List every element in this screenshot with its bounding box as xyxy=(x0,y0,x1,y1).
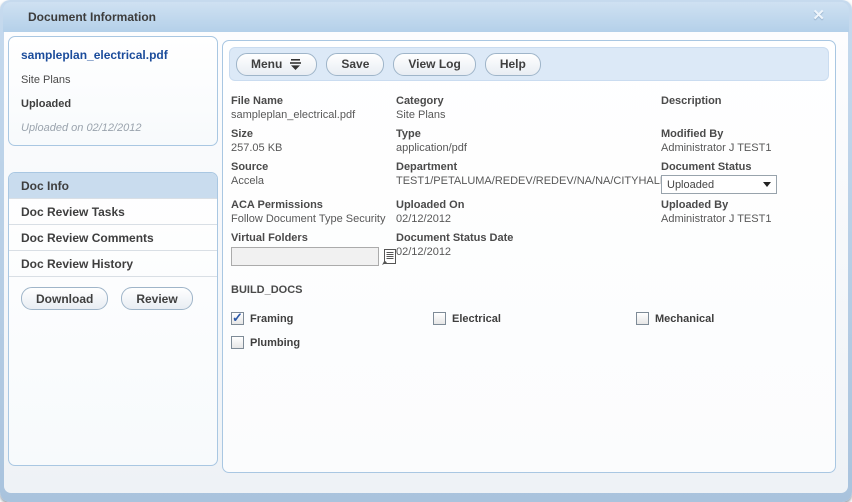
field-value: Administrator J TEST1 xyxy=(661,212,827,227)
checkbox-item-electrical: Electrical xyxy=(433,312,636,325)
framing-checkbox[interactable] xyxy=(231,312,244,325)
field-label: Virtual Folders xyxy=(231,231,396,245)
file-status: Uploaded xyxy=(21,98,205,110)
field-virtual-folders: Virtual Folders xyxy=(231,231,396,266)
field-label: Document Status xyxy=(661,160,827,174)
build-docs-title: BUILD_DOCS xyxy=(231,284,827,296)
window-titlebar: Document Information ✕ xyxy=(3,2,849,32)
field-value: Follow Document Type Security xyxy=(231,212,396,227)
field-uploaded-by: Uploaded By Administrator J TEST1 xyxy=(661,198,827,227)
menu-button-label: Menu xyxy=(251,57,282,71)
field-document-status-date: Document Status Date 02/12/2012 xyxy=(396,231,661,266)
file-category: Site Plans xyxy=(21,74,205,86)
close-icon[interactable]: ✕ xyxy=(812,7,825,25)
build-docs-checkbox-grid: Framing Electrical Mechanical Plumb xyxy=(231,312,827,349)
electrical-checkbox[interactable] xyxy=(433,312,446,325)
nav-item-doc-info[interactable]: Doc Info xyxy=(9,173,217,199)
field-department: Department TEST1/PETALUMA/REDEV/REDEV/NA… xyxy=(396,160,661,194)
field-size: Size 257.05 KB xyxy=(231,127,396,156)
mechanical-checkbox[interactable] xyxy=(636,312,649,325)
field-label: Uploaded On xyxy=(396,198,661,212)
field-label: Type xyxy=(396,127,661,141)
field-aca-permissions: ACA Permissions Follow Document Type Sec… xyxy=(231,198,396,227)
checkbox-item-framing: Framing xyxy=(231,312,433,325)
field-value: Administrator J TEST1 xyxy=(661,141,827,156)
field-value: TEST1/PETALUMA/REDEV/REDEV/NA/NA/CITYHAL… xyxy=(396,174,661,189)
field-label: Source xyxy=(231,160,396,174)
field-label: Category xyxy=(396,94,661,108)
field-value: 257.05 KB xyxy=(231,141,396,156)
chevron-down-icon xyxy=(763,182,771,187)
help-button[interactable]: Help xyxy=(485,53,541,76)
document-form: File Name sampleplan_electrical.pdf Cate… xyxy=(231,94,827,270)
checkbox-item-plumbing: Plumbing xyxy=(231,336,433,349)
nav-item-doc-review-comments[interactable]: Doc Review Comments xyxy=(9,225,217,251)
field-label: Size xyxy=(231,127,396,141)
field-value: Accela xyxy=(231,174,396,189)
review-button[interactable]: Review xyxy=(121,287,192,310)
field-value: 02/12/2012 xyxy=(396,245,661,260)
doc-info-panel: Menu Save View Log Help xyxy=(222,40,836,473)
document-status-selected-value: Uploaded xyxy=(667,179,714,191)
field-value: sampleplan_electrical.pdf xyxy=(231,108,396,123)
field-label: Document Status Date xyxy=(396,231,661,245)
toolbar: Menu Save View Log Help xyxy=(229,47,829,81)
field-label: File Name xyxy=(231,94,396,108)
checkbox-label: Framing xyxy=(250,313,293,325)
field-document-status: Document Status Uploaded xyxy=(661,160,827,194)
field-type: Type application/pdf xyxy=(396,127,661,156)
download-button[interactable]: Download xyxy=(21,287,108,310)
checkbox-label: Plumbing xyxy=(250,337,300,349)
file-name-link[interactable]: sampleplan_electrical.pdf xyxy=(21,48,205,62)
field-source: Source Accela xyxy=(231,160,396,194)
checkbox-label: Electrical xyxy=(452,313,501,325)
virtual-folders-input[interactable] xyxy=(231,247,379,266)
field-file-name: File Name sampleplan_electrical.pdf xyxy=(231,94,396,123)
field-label: Description xyxy=(661,94,827,108)
field-value xyxy=(661,108,827,123)
nav-item-doc-review-tasks[interactable]: Doc Review Tasks xyxy=(9,199,217,225)
field-label: Department xyxy=(396,160,661,174)
field-label: Modified By xyxy=(661,127,827,141)
menu-button[interactable]: Menu xyxy=(236,53,317,76)
checkbox-label: Mechanical xyxy=(655,313,714,325)
file-status-note: Uploaded on 02/12/2012 xyxy=(21,122,205,134)
field-description: Description xyxy=(661,94,827,123)
window-body: sampleplan_electrical.pdf Site Plans Upl… xyxy=(4,32,848,493)
plumbing-checkbox[interactable] xyxy=(231,336,244,349)
virtual-folders-row xyxy=(231,247,396,266)
build-docs-section: BUILD_DOCS Framing Electrical Mechani xyxy=(231,284,827,349)
field-value: 02/12/2012 xyxy=(396,212,661,227)
save-button[interactable]: Save xyxy=(326,53,384,76)
sidebar-button-row: Download Review xyxy=(9,277,217,310)
document-information-window: Document Information ✕ sampleplan_electr… xyxy=(0,0,852,502)
view-log-button[interactable]: View Log xyxy=(393,53,475,76)
field-spacer xyxy=(661,231,827,266)
field-label: Uploaded By xyxy=(661,198,827,212)
document-status-select[interactable]: Uploaded xyxy=(661,175,777,194)
checkbox-item-mechanical: Mechanical xyxy=(636,312,827,325)
field-value: application/pdf xyxy=(396,141,661,156)
menu-dropdown-icon xyxy=(289,59,302,70)
field-value: Site Plans xyxy=(396,108,661,123)
field-uploaded-on: Uploaded On 02/12/2012 xyxy=(396,198,661,227)
screen: Document Information ✕ sampleplan_electr… xyxy=(0,0,852,502)
field-modified-by: Modified By Administrator J TEST1 xyxy=(661,127,827,156)
nav-item-doc-review-history[interactable]: Doc Review History xyxy=(9,251,217,277)
window-title: Document Information xyxy=(28,10,156,24)
doc-nav-card: Doc Info Doc Review Tasks Doc Review Com… xyxy=(8,172,218,466)
field-label: ACA Permissions xyxy=(231,198,396,212)
file-summary-card: sampleplan_electrical.pdf Site Plans Upl… xyxy=(8,36,218,146)
field-category: Category Site Plans xyxy=(396,94,661,123)
